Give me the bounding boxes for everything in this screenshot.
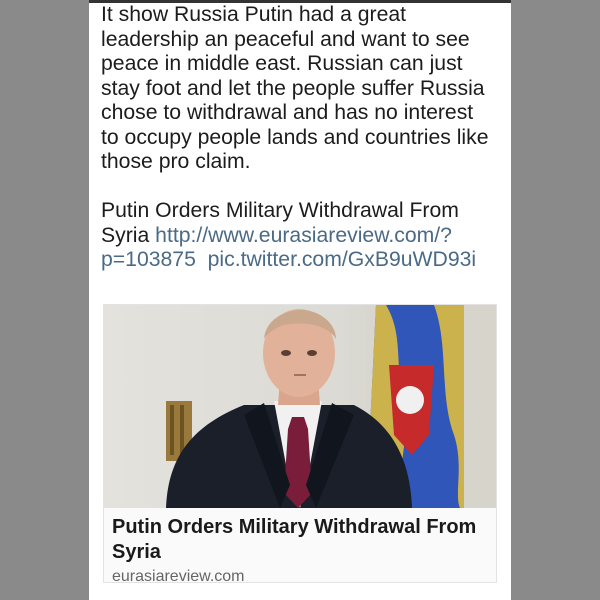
tweet-line: It show Russia Putin had a great: [101, 3, 407, 26]
card-domain: eurasiareview.com: [112, 568, 245, 585]
tweet-links-line: p=103875 pic.twitter.com/GxB9uWD93i: [101, 248, 505, 273]
preview-photo: [104, 305, 496, 508]
tweet-card: It show Russia Putin had a great leaders…: [89, 0, 511, 600]
tweet-line: peace in middle east. Russian can just: [101, 52, 463, 75]
link-preview-card[interactable]: Putin Orders Military Withdrawal From Sy…: [103, 304, 497, 585]
pic-link[interactable]: pic.twitter.com/GxB9uWD93i: [208, 248, 476, 271]
preview-image[interactable]: [104, 305, 496, 508]
article-link[interactable]: http://www.eurasiareview.com/?: [155, 224, 452, 247]
tweet-line: stay foot and let the people suffer Russ…: [101, 76, 485, 100]
tweet-headline-line2: Syria http://www.eurasiareview.com/?: [101, 224, 505, 249]
tweet-body: It show Russia Putin had a great leaders…: [101, 3, 505, 273]
headline-word: Syria: [101, 223, 150, 247]
article-link-cont[interactable]: p=103875: [101, 248, 196, 271]
tweet-line: chose to withdrawal and has no interest: [101, 101, 474, 124]
tweet-line: those pro claim.: [101, 150, 251, 173]
tweet-line: leadership an peaceful and want to see: [101, 27, 470, 51]
card-title[interactable]: Putin Orders Military Withdrawal From Sy…: [112, 515, 492, 565]
tweet-headline: Putin Orders Military Withdrawal From: [101, 199, 459, 222]
tweet-line: to occupy people lands and countries lik…: [101, 125, 489, 149]
